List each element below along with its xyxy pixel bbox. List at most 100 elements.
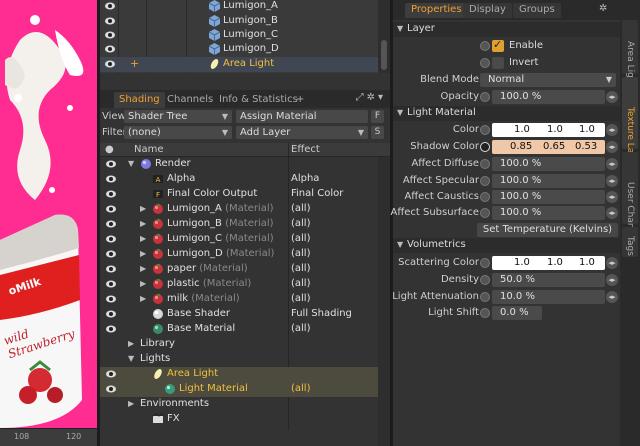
affect-subsurface-dot[interactable] (480, 208, 490, 218)
view-dropdown[interactable]: Shader Tree ▼ (124, 110, 232, 123)
expand-right-icon[interactable]: ▶ (140, 204, 146, 213)
tree-row[interactable]: ▶ paper (Material) (all) (100, 262, 390, 277)
tab-shading[interactable]: Shading (114, 92, 165, 108)
tab-channels[interactable]: Channels (162, 92, 218, 108)
tree-row[interactable]: ▶ milk (Material) (all) (100, 292, 390, 307)
invert-checkbox[interactable] (492, 57, 504, 69)
tree-row[interactable]: ▶ Environments (100, 397, 390, 412)
eye-icon[interactable] (105, 384, 117, 394)
f-button[interactable]: F (371, 110, 384, 123)
eye-icon[interactable] (105, 324, 117, 334)
color-dot[interactable] (480, 125, 490, 135)
density-spinner[interactable]: ◂▸ (606, 274, 618, 286)
scattering-color-dot[interactable] (480, 258, 490, 268)
scattering-color-field[interactable]: 1.0 1.0 1.0 (492, 256, 605, 270)
eye-icon[interactable] (105, 264, 117, 274)
tree-row[interactable]: Base Material (all) (100, 322, 390, 337)
expand-right-icon[interactable]: ▶ (140, 294, 146, 303)
col-name-header[interactable]: Name (134, 144, 164, 155)
side-tab-area-light[interactable]: Area Light (622, 20, 638, 87)
eye-icon[interactable] (105, 369, 117, 379)
side-tab-texture-layers[interactable]: Texture Layers (622, 77, 638, 173)
panel-options-icon[interactable]: ✲ (599, 3, 607, 14)
eye-icon[interactable] (104, 1, 116, 11)
opacity-spinner[interactable]: ◂▸ (606, 91, 618, 103)
eye-icon[interactable] (104, 30, 116, 40)
tree-row[interactable]: ▼ Render (100, 157, 390, 172)
eye-icon[interactable] (104, 59, 116, 69)
tree-row[interactable]: ▶ Lumigon_D (Material) (all) (100, 247, 390, 262)
affect-specular-spinner[interactable]: ◂▸ (606, 175, 618, 187)
density-field[interactable]: 50.0 % (492, 273, 605, 287)
affect-subsurface-spinner[interactable]: ◂▸ (606, 207, 618, 219)
opacity-dot[interactable] (480, 92, 490, 102)
item-row-selected[interactable]: + Area Light (100, 57, 378, 72)
expand-down-icon[interactable]: ▼ (128, 159, 134, 168)
light-shift-dot[interactable] (480, 308, 490, 318)
enable-checkbox[interactable] (492, 38, 504, 52)
3d-viewport[interactable]: oMilk wild Strawberry 108 120 (0, 0, 97, 446)
tab-display[interactable]: Display (463, 3, 512, 18)
assign-material-button[interactable]: Assign Material (236, 110, 368, 123)
item-row[interactable]: Lumigon_A (100, 0, 378, 14)
eye-icon[interactable] (105, 159, 117, 169)
volumetrics-section[interactable]: ▼ Volumetrics (393, 238, 620, 253)
item-list-scrollbar[interactable] (378, 0, 390, 73)
eye-icon[interactable] (105, 279, 117, 289)
side-tab-tags[interactable]: Tags (622, 227, 638, 257)
eye-icon[interactable] (104, 44, 116, 54)
eye-icon[interactable] (105, 174, 117, 184)
eye-icon[interactable] (105, 249, 117, 259)
tab-info-statistics[interactable]: Info & Statistics (214, 92, 303, 108)
tree-row[interactable]: A Alpha Alpha (100, 172, 390, 187)
enable-dot[interactable] (480, 41, 490, 51)
color-field[interactable]: 1.0 1.0 1.0 (492, 123, 605, 137)
color-spinner[interactable]: ◂▸ (606, 124, 618, 136)
tree-row[interactable]: Light Material (all) (100, 382, 390, 397)
expand-right-icon[interactable]: ▶ (128, 339, 134, 348)
add-layer-dropdown[interactable]: Add Layer ▼ (236, 126, 368, 139)
light-material-section[interactable]: ▼ Light Material (393, 106, 620, 121)
tree-row[interactable]: ▶ Lumigon_C (Material) (all) (100, 232, 390, 247)
tree-row[interactable]: ▶ Lumigon_B (Material) (all) (100, 217, 390, 232)
light-attenuation-dot[interactable] (480, 292, 490, 302)
affect-diffuse-dot[interactable] (480, 159, 490, 169)
expand-right-icon[interactable]: ▶ (140, 249, 146, 258)
side-tab-user-channels[interactable]: User Channels (622, 152, 638, 247)
eye-icon[interactable] (105, 189, 117, 199)
tree-row[interactable]: Base Shader Full Shading (100, 307, 390, 322)
tree-row[interactable]: Area Light (100, 367, 390, 382)
shadow-color-field[interactable]: 0.85 0.65 0.53 (492, 140, 605, 154)
item-row[interactable]: Lumigon_B (100, 14, 378, 29)
invert-dot[interactable] (480, 58, 490, 68)
eye-icon[interactable] (105, 204, 117, 214)
tree-row[interactable]: F Final Color Output Final Color (100, 187, 390, 202)
tree-row[interactable]: FX (100, 412, 390, 427)
scattering-color-spinner[interactable]: ◂▸ (606, 257, 618, 269)
eye-icon[interactable] (105, 294, 117, 304)
opacity-field[interactable]: 100.0 % (492, 90, 605, 104)
expand-right-icon[interactable]: ▶ (140, 219, 146, 228)
eye-icon[interactable] (105, 309, 117, 319)
affect-diffuse-field[interactable]: 100.0 % (492, 157, 605, 171)
affect-caustics-dot[interactable] (480, 192, 490, 202)
tab-groups[interactable]: Groups (513, 3, 561, 18)
shader-tree-scrollbar[interactable] (378, 157, 390, 446)
item-row[interactable]: Lumigon_C (100, 28, 378, 43)
tree-row[interactable]: ▶ Library (100, 337, 390, 352)
expand-right-icon[interactable]: ▶ (140, 264, 146, 273)
affect-caustics-spinner[interactable]: ◂▸ (606, 191, 618, 203)
affect-caustics-field[interactable]: 100.0 % (492, 190, 605, 204)
light-attenuation-spinner[interactable]: ◂▸ (606, 291, 618, 303)
s-button[interactable]: S (371, 126, 384, 139)
tree-row[interactable]: ▶ Lumigon_A (Material) (all) (100, 202, 390, 217)
panel-options-icon[interactable]: ⤢✲▾ (356, 92, 386, 103)
affect-diffuse-spinner[interactable]: ◂▸ (606, 158, 618, 170)
expand-right-icon[interactable]: ▶ (140, 234, 146, 243)
set-temperature-button[interactable]: Set Temperature (Kelvins) (477, 223, 618, 237)
layer-section[interactable]: ▼ Layer (393, 22, 620, 37)
shadow-color-dot[interactable] (480, 142, 490, 152)
eye-icon[interactable] (105, 234, 117, 244)
expand-right-icon[interactable]: ▶ (140, 279, 146, 288)
shadow-color-spinner[interactable]: ◂▸ (606, 141, 618, 153)
